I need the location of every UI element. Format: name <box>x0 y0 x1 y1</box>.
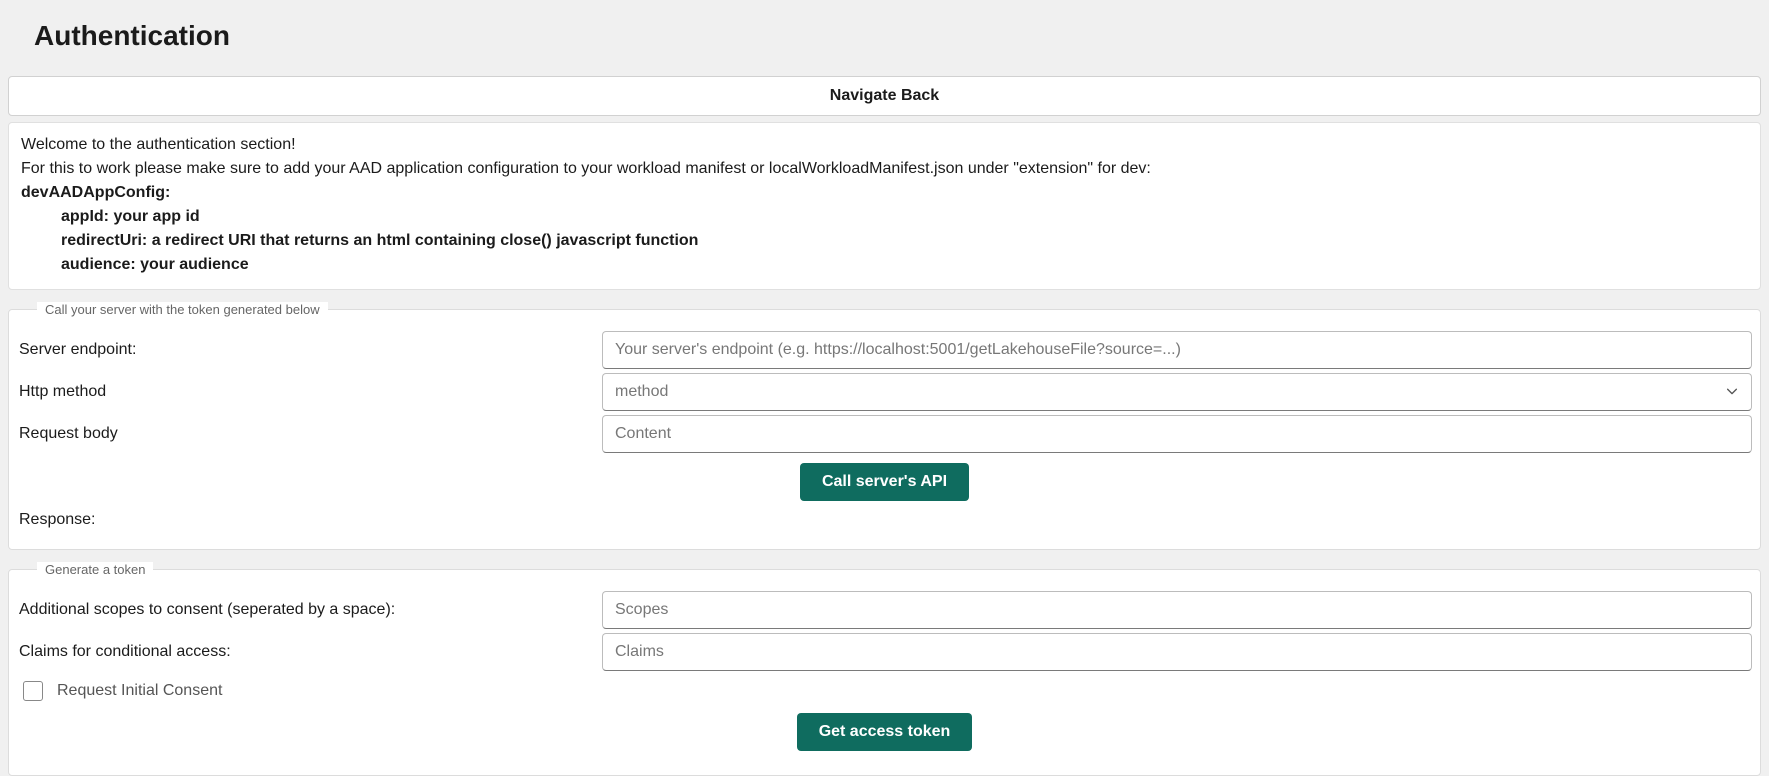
request-initial-consent-checkbox[interactable] <box>23 681 43 701</box>
response-label: Response: <box>17 507 1752 531</box>
http-method-label: Http method <box>17 383 602 401</box>
http-method-placeholder: method <box>615 383 668 401</box>
call-server-section: Call your server with the token generate… <box>8 302 1761 550</box>
page-title: Authentication <box>0 0 1769 70</box>
claims-label: Claims for conditional access: <box>17 643 602 661</box>
call-server-api-button[interactable]: Call server's API <box>800 463 969 501</box>
request-body-label: Request body <box>17 425 602 443</box>
navigate-back-button[interactable]: Navigate Back <box>8 76 1761 116</box>
server-endpoint-label: Server endpoint: <box>17 341 602 359</box>
request-initial-consent-label: Request Initial Consent <box>57 682 222 700</box>
intro-panel: Welcome to the authentication section! F… <box>8 122 1761 290</box>
claims-input[interactable] <box>602 633 1752 671</box>
config-appid: appId: your app id <box>21 205 1748 229</box>
generate-token-section: Generate a token Additional scopes to co… <box>8 562 1761 776</box>
get-access-token-button[interactable]: Get access token <box>797 713 973 751</box>
request-body-input[interactable] <box>602 415 1752 453</box>
generate-token-legend: Generate a token <box>37 562 153 577</box>
scopes-input[interactable] <box>602 591 1752 629</box>
config-header: devAADAppConfig: <box>21 181 1748 205</box>
call-server-legend: Call your server with the token generate… <box>37 302 328 317</box>
intro-welcome: Welcome to the authentication section! <box>21 133 1748 157</box>
intro-instructions: For this to work please make sure to add… <box>21 157 1748 181</box>
chevron-down-icon <box>1725 384 1739 401</box>
server-endpoint-input[interactable] <box>602 331 1752 369</box>
config-redirect-uri: redirectUri: a redirect URI that returns… <box>21 229 1748 253</box>
http-method-select[interactable]: method <box>602 373 1752 411</box>
scopes-label: Additional scopes to consent (seperated … <box>17 601 602 619</box>
config-audience: audience: your audience <box>21 253 1748 277</box>
